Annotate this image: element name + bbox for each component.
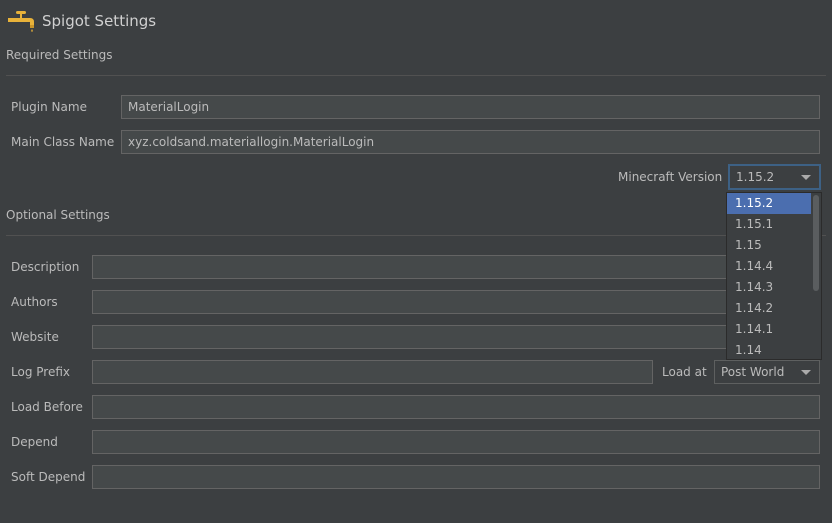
main-class-field[interactable] bbox=[121, 130, 820, 154]
chevron-down-icon bbox=[801, 175, 811, 180]
version-option[interactable]: 1.15.1 bbox=[727, 214, 811, 235]
load-before-label: Load Before bbox=[11, 400, 83, 414]
version-option[interactable]: 1.14.4 bbox=[727, 256, 811, 277]
popup-scrollbar-thumb[interactable] bbox=[813, 195, 819, 291]
depend-field[interactable] bbox=[92, 430, 820, 454]
dialog-header: Spigot Settings bbox=[6, 8, 156, 34]
dialog-title: Spigot Settings bbox=[42, 12, 157, 30]
load-before-field[interactable] bbox=[92, 395, 820, 419]
version-options-list: 1.15.2 1.15.1 1.15 1.14.4 1.14.3 1.14.2 1.14.1… bbox=[727, 193, 821, 359]
version-option[interactable]: 1.14.1 bbox=[727, 319, 811, 340]
version-option[interactable]: 1.14.2 bbox=[727, 298, 811, 319]
website-field[interactable] bbox=[92, 325, 820, 349]
required-settings-heading: Required Settings bbox=[6, 48, 113, 62]
minecraft-version-dropdown[interactable]: 1.15.2 bbox=[728, 164, 821, 190]
log-prefix-label: Log Prefix bbox=[11, 365, 70, 379]
optional-separator bbox=[6, 235, 826, 236]
authors-label: Authors bbox=[11, 295, 58, 309]
log-prefix-field[interactable] bbox=[92, 360, 653, 384]
soft-depend-label: Soft Depend bbox=[11, 470, 86, 484]
plugin-name-label: Plugin Name bbox=[11, 100, 87, 114]
version-option[interactable]: 1.15.2 bbox=[727, 193, 811, 214]
main-class-label: Main Class Name bbox=[11, 135, 115, 149]
minecraft-version-popup: 1.15.2 1.15.1 1.15 1.14.4 1.14.3 1.14.2 1.14.1… bbox=[726, 192, 822, 360]
website-label: Website bbox=[11, 330, 59, 344]
version-option[interactable]: 1.14 bbox=[727, 340, 811, 359]
faucet-icon bbox=[6, 9, 36, 33]
authors-field[interactable] bbox=[92, 290, 820, 314]
depend-label: Depend bbox=[11, 435, 58, 449]
load-at-value: Post World bbox=[721, 365, 785, 379]
load-at-dropdown[interactable]: Post World bbox=[714, 360, 820, 384]
version-option[interactable]: 1.15 bbox=[727, 235, 811, 256]
popup-scrollbar[interactable] bbox=[811, 193, 821, 359]
optional-settings-heading: Optional Settings bbox=[6, 208, 110, 222]
description-field[interactable] bbox=[92, 255, 820, 279]
version-option[interactable]: 1.14.3 bbox=[727, 277, 811, 298]
description-label: Description bbox=[11, 260, 80, 274]
plugin-name-field[interactable] bbox=[121, 95, 820, 119]
load-at-label: Load at bbox=[662, 365, 707, 379]
minecraft-version-label: Minecraft Version bbox=[618, 170, 723, 184]
minecraft-version-value: 1.15.2 bbox=[736, 170, 775, 184]
required-separator bbox=[6, 75, 826, 76]
soft-depend-field[interactable] bbox=[92, 465, 820, 489]
chevron-down-icon bbox=[801, 370, 811, 375]
